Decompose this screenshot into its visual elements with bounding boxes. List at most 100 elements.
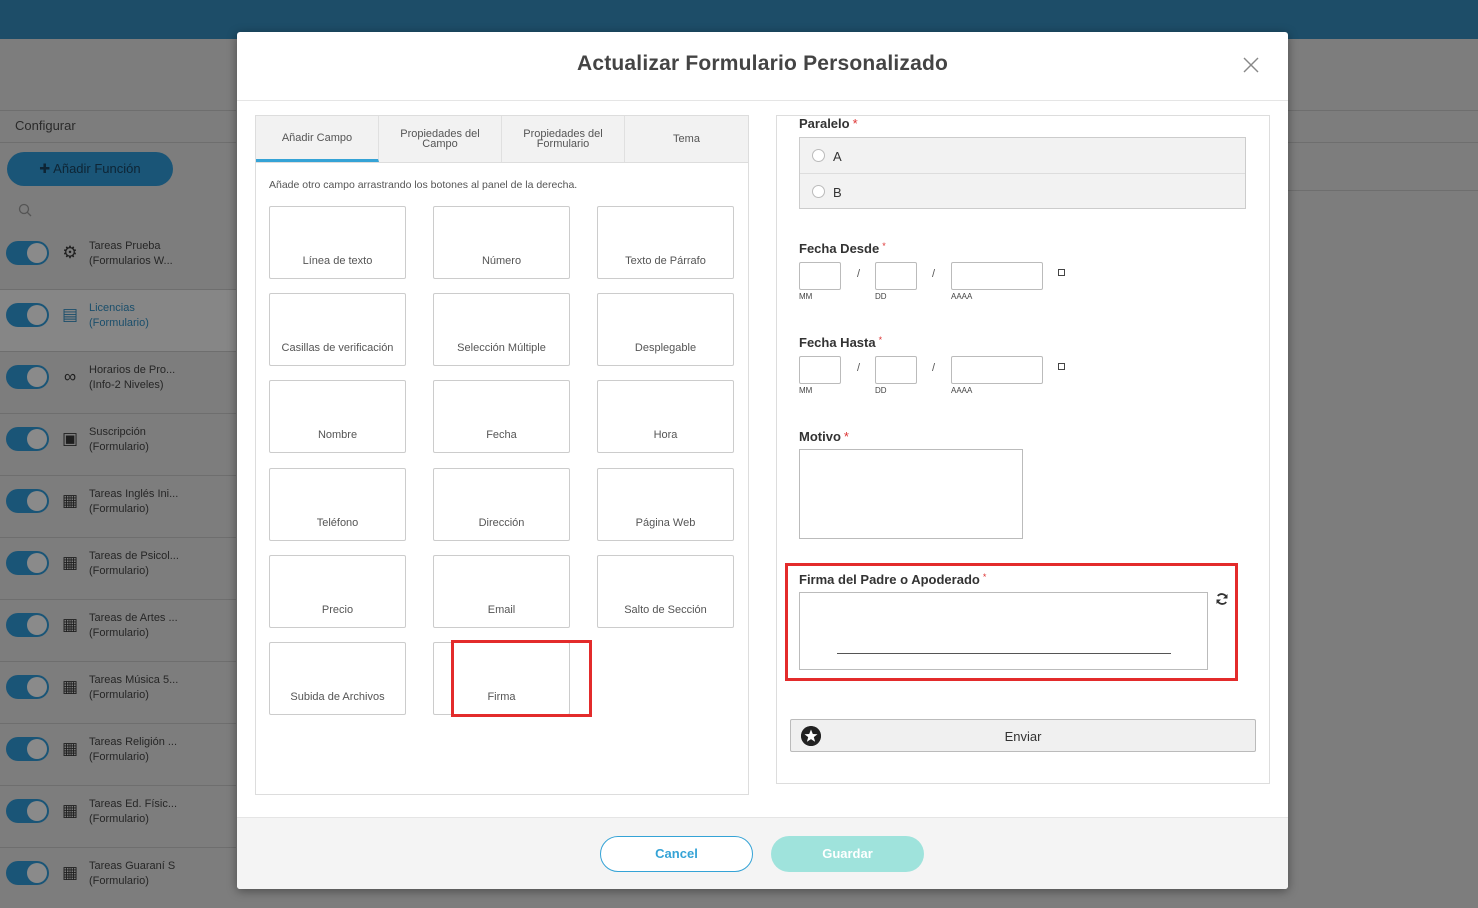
add-function-button[interactable]: ✚ Añadir Función: [7, 152, 173, 186]
sidebar-item-subtitle: (Formulario): [89, 875, 149, 887]
field-button[interactable]: Email: [433, 555, 570, 628]
update-form-modal: Actualizar Formulario Personalizado Añad…: [237, 32, 1288, 889]
field-button[interactable]: Precio: [269, 555, 406, 628]
firma-label: Firma del Padre o Apoderado *: [799, 572, 987, 587]
divider: [1288, 110, 1478, 111]
field-button[interactable]: Salto de Sección: [597, 555, 734, 628]
refresh-icon[interactable]: [1215, 592, 1229, 606]
calendar-icon[interactable]: [1058, 363, 1065, 370]
close-icon[interactable]: [1242, 56, 1260, 74]
sidebar-item-title: Suscripción: [89, 426, 146, 438]
sidebar-item-text: Tareas Ed. Físic... (Formulario): [89, 797, 177, 827]
tab-field-properties[interactable]: Propiedades del Campo: [379, 116, 502, 162]
glasses-icon: ∞: [63, 367, 77, 386]
search-icon[interactable]: [18, 203, 32, 217]
sidebar-item[interactable]: ▦ Tareas Ed. Físic... (Formulario): [0, 786, 236, 848]
sidebar-item[interactable]: ▦ Tareas Música 5... (Formulario): [0, 662, 236, 724]
paralelo-label: Paralelo *: [799, 116, 858, 131]
sidebar-item[interactable]: ▦ Tareas Inglés Ini... (Formulario): [0, 476, 236, 538]
radio-button[interactable]: [812, 149, 825, 162]
submit-button[interactable]: Enviar: [790, 719, 1256, 752]
divider: [0, 110, 236, 111]
toggle-switch[interactable]: [6, 861, 49, 885]
fecha-desde-month-input[interactable]: [799, 262, 841, 290]
toggle-switch[interactable]: [6, 365, 49, 389]
save-button[interactable]: Guardar: [771, 836, 924, 872]
sidebar-item-text: Horarios de Pro... (Info-2 Niveles): [89, 363, 175, 393]
field-button[interactable]: Subida de Archivos: [269, 642, 406, 715]
date-caption: DD: [875, 292, 887, 301]
field-button[interactable]: Línea de texto: [269, 206, 406, 279]
radio-option-a[interactable]: A: [800, 138, 1245, 173]
toggle-switch[interactable]: [6, 489, 49, 513]
fecha-hasta-month-input[interactable]: [799, 356, 841, 384]
field-button[interactable]: Página Web: [597, 468, 734, 541]
builder-hint: Añade otro campo arrastrando los botones…: [269, 179, 578, 191]
motivo-textarea[interactable]: [799, 449, 1023, 539]
sidebar-item[interactable]: ▦ Tareas Religión ... (Formulario): [0, 724, 236, 786]
field-button[interactable]: Dirección: [433, 468, 570, 541]
sidebar-item[interactable]: ▤ Licencias (Formulario): [0, 290, 236, 352]
date-caption: MM: [799, 386, 813, 395]
toggle-switch[interactable]: [6, 613, 49, 637]
classroom-icon: ▦: [61, 677, 79, 696]
toggle-switch[interactable]: [6, 427, 49, 451]
classroom-icon: ▦: [61, 491, 79, 510]
sidebar-item-subtitle: (Formulario): [89, 317, 149, 329]
tab-form-properties[interactable]: Propiedades del Formulario: [502, 116, 625, 162]
builder-tabs: Añadir Campo Propiedades del Campo Propi…: [256, 116, 748, 163]
tab-add-field[interactable]: Añadir Campo: [256, 116, 379, 162]
radio-button[interactable]: [812, 185, 825, 198]
field-button[interactable]: Teléfono: [269, 468, 406, 541]
sidebar-item[interactable]: ▦ Tareas de Artes ... (Formulario): [0, 600, 236, 662]
sidebar-item[interactable]: ▣ Suscripción (Formulario): [0, 414, 236, 476]
sidebar-item[interactable]: ▦ Tareas Guaraní S (Formulario): [0, 848, 236, 908]
motivo-label: Motivo *: [799, 429, 849, 444]
sidebar-item-subtitle: (Formulario): [89, 565, 149, 577]
toggle-switch[interactable]: [6, 675, 49, 699]
field-button[interactable]: Texto de Párrafo: [597, 206, 734, 279]
fecha-desde-year-input[interactable]: [951, 262, 1043, 290]
sidebar-item-subtitle: (Formulario): [89, 503, 149, 515]
fecha-desde-day-input[interactable]: [875, 262, 917, 290]
calendar-icon[interactable]: [1058, 269, 1065, 276]
sidebar-item-text: Tareas Inglés Ini... (Formulario): [89, 487, 178, 517]
field-button[interactable]: Fecha: [433, 380, 570, 453]
field-button[interactable]: Número: [433, 206, 570, 279]
sidebar-item[interactable]: ∞ Horarios de Pro... (Info-2 Niveles): [0, 352, 236, 414]
sidebar-item-title: Tareas Música 5...: [89, 674, 179, 686]
sidebar-item-text: Tareas Prueba (Formularios W...: [89, 239, 173, 269]
sidebar-item[interactable]: ▦ Tareas de Psicol... (Formulario): [0, 538, 236, 600]
modal-footer: Cancel Guardar: [237, 817, 1288, 889]
classroom-icon: ▦: [61, 553, 79, 572]
field-builder-panel: Añadir Campo Propiedades del Campo Propi…: [255, 115, 749, 795]
submit-label: Enviar: [1004, 729, 1042, 744]
cancel-button[interactable]: Cancel: [600, 836, 753, 872]
sidebar-item[interactable]: ⚙ Tareas Prueba (Formularios W...: [0, 228, 236, 290]
sidebar-item-text: Tareas Guaraní S (Formulario): [89, 859, 175, 889]
fecha-hasta-day-input[interactable]: [875, 356, 917, 384]
divider: [1288, 190, 1478, 191]
toggle-switch[interactable]: [6, 303, 49, 327]
toggle-switch[interactable]: [6, 241, 49, 265]
sidebar-item-text: Licencias (Formulario): [89, 301, 149, 331]
sidebar-item-title: Tareas de Artes ...: [89, 612, 178, 624]
divider: [1288, 142, 1478, 143]
fecha-hasta-year-input[interactable]: [951, 356, 1043, 384]
signature-pad[interactable]: [799, 592, 1208, 670]
field-button[interactable]: Selección Múltiple: [433, 293, 570, 366]
sidebar-item-text: Suscripción (Formulario): [89, 425, 149, 455]
radio-option-b[interactable]: B: [800, 173, 1245, 208]
toggle-switch[interactable]: [6, 799, 49, 823]
sidebar-item-subtitle: (Formularios W...: [89, 255, 173, 267]
field-button[interactable]: Casillas de verificación: [269, 293, 406, 366]
tab-theme[interactable]: Tema: [625, 116, 748, 162]
sidebar-item-text: Tareas de Psicol... (Formulario): [89, 549, 179, 579]
field-button[interactable]: Nombre: [269, 380, 406, 453]
field-button[interactable]: Hora: [597, 380, 734, 453]
toggle-switch[interactable]: [6, 551, 49, 575]
field-button[interactable]: Desplegable: [597, 293, 734, 366]
date-separator: /: [857, 268, 861, 280]
sidebar-item-title: Licencias: [89, 302, 135, 314]
toggle-switch[interactable]: [6, 737, 49, 761]
